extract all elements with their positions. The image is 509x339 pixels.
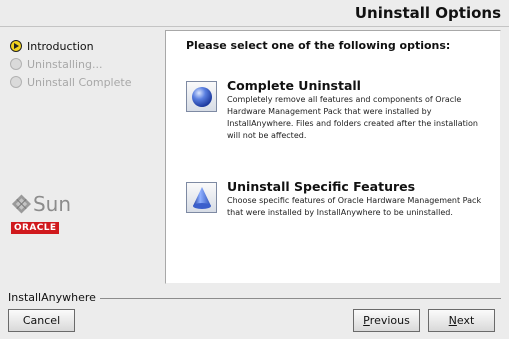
previous-button[interactable]: Previous (353, 309, 420, 332)
uninstall-specific-features-button[interactable] (186, 182, 217, 213)
blue-cone-icon (192, 186, 211, 209)
title-divider (0, 26, 509, 27)
next-mnemonic: N (448, 314, 457, 327)
cancel-button[interactable]: Cancel (8, 309, 75, 332)
step-uninstall-complete: Uninstall Complete (10, 73, 131, 91)
step-list: Introduction Uninstalling... Uninstall C… (10, 37, 131, 91)
sun-logo-text: Sun (32, 192, 71, 216)
page-title: Uninstall Options (354, 4, 501, 22)
step-uninstalling: Uninstalling... (10, 55, 131, 73)
blue-sphere-icon (191, 86, 212, 107)
pending-step-icon (10, 76, 22, 88)
options-panel: Please select one of the following optio… (165, 30, 501, 284)
sun-logo-icon (11, 194, 32, 214)
options-prompt: Please select one of the following optio… (186, 39, 451, 52)
option-description: Choose specific features of Oracle Hardw… (227, 196, 482, 217)
option-uninstall-specific-features: Uninstall Specific Features Choose speci… (186, 179, 483, 219)
option-description: Completely remove all features and compo… (227, 95, 478, 140)
step-label: Uninstall Complete (27, 75, 132, 89)
previous-label: revious (369, 314, 410, 327)
next-button[interactable]: Next (428, 309, 495, 332)
installanywhere-label: InstallAnywhere (8, 291, 100, 304)
next-label: ext (456, 314, 475, 327)
option-title: Complete Uninstall (227, 78, 361, 93)
previous-mnemonic: P (363, 314, 370, 327)
oracle-logo: ORACLE (11, 222, 60, 234)
option-complete-uninstall: Complete Uninstall Completely remove all… (186, 78, 483, 142)
step-introduction: Introduction (10, 37, 131, 55)
current-step-arrow-icon (10, 40, 22, 52)
complete-uninstall-button[interactable] (186, 81, 217, 112)
option-title: Uninstall Specific Features (227, 179, 416, 194)
step-label: Introduction (27, 39, 94, 53)
branding-logo: Sun ORACLE (11, 193, 71, 234)
pending-step-icon (10, 58, 22, 70)
step-label: Uninstalling... (27, 57, 103, 71)
